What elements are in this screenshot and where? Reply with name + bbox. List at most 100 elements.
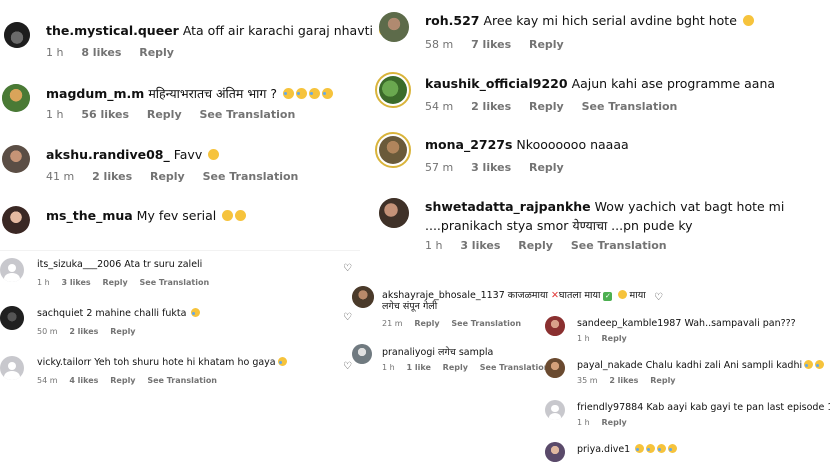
username[interactable]: kaushik_official9220 bbox=[425, 76, 568, 91]
heart-icon[interactable]: ♡ bbox=[654, 293, 664, 303]
username[interactable]: roh.527 bbox=[425, 13, 480, 28]
reply-button[interactable]: Reply bbox=[518, 239, 553, 252]
comment: shwetadatta_rajpankhe Wow yachich vat ba… bbox=[375, 192, 784, 256]
comment-meta: 1 h 3 likes Reply See Translation bbox=[425, 239, 681, 252]
avatar[interactable] bbox=[0, 306, 24, 330]
likes-count[interactable]: 2 likes bbox=[609, 376, 638, 385]
reply-button[interactable]: Reply bbox=[139, 46, 174, 59]
likes-count[interactable]: 2 likes bbox=[471, 100, 511, 113]
laughing-emoji-icon bbox=[646, 444, 656, 453]
likes-count[interactable]: 2 likes bbox=[69, 327, 98, 336]
comment: vicky.tailorr Yeh toh shuru hote hi khat… bbox=[0, 352, 360, 388]
reply-button[interactable]: Reply bbox=[110, 327, 135, 336]
username[interactable]: shwetadatta_rajpankhe bbox=[425, 199, 591, 214]
reply-button[interactable]: Reply bbox=[443, 363, 468, 372]
default-avatar-icon[interactable] bbox=[0, 258, 24, 282]
username[interactable]: sachquiet bbox=[37, 308, 83, 319]
see-translation-button[interactable]: See Translation bbox=[140, 278, 210, 287]
username[interactable]: magdum_m.m bbox=[46, 86, 144, 101]
timestamp: 35 m bbox=[577, 376, 598, 385]
reply-button[interactable]: Reply bbox=[147, 108, 182, 121]
reply-button[interactable]: Reply bbox=[650, 376, 675, 385]
see-translation-button[interactable]: See Translation bbox=[582, 100, 678, 113]
avatar[interactable] bbox=[375, 132, 411, 168]
avatar[interactable] bbox=[352, 286, 374, 308]
likes-count[interactable]: 3 likes bbox=[62, 278, 91, 287]
avatar[interactable] bbox=[379, 12, 409, 42]
username[interactable]: friendly97884 bbox=[577, 402, 643, 413]
reply-button[interactable]: Reply bbox=[414, 319, 439, 328]
comment-line: sachquiet 2 mahine challi fukta bbox=[37, 308, 201, 319]
see-translation-button[interactable]: See Translation bbox=[147, 376, 217, 385]
timestamp: 57 m bbox=[425, 161, 454, 174]
comment-line: ms_the_mua My fev serial bbox=[46, 208, 247, 223]
comment: friendly97884 Kab aayi kab gayi te pan l… bbox=[545, 398, 830, 430]
reply-button[interactable]: Reply bbox=[110, 376, 135, 385]
see-translation-button[interactable]: See Translation bbox=[199, 108, 295, 121]
comment-text: माया bbox=[629, 290, 646, 301]
avatar[interactable] bbox=[545, 442, 565, 462]
timestamp: 1 h bbox=[577, 334, 590, 343]
see-translation-button[interactable]: See Translation bbox=[451, 319, 521, 328]
comment-text: My fev serial bbox=[136, 208, 217, 223]
reply-button[interactable]: Reply bbox=[529, 161, 564, 174]
see-translation-button[interactable]: See Translation bbox=[203, 170, 299, 183]
avatar[interactable] bbox=[545, 316, 565, 336]
username[interactable]: the.mystical.queer bbox=[46, 23, 179, 38]
reply-button[interactable]: Reply bbox=[602, 334, 627, 343]
username[interactable]: akshu.randive08_ bbox=[46, 147, 170, 162]
timestamp: 1 h bbox=[425, 239, 443, 252]
avatar[interactable] bbox=[2, 206, 30, 234]
avatar[interactable] bbox=[545, 358, 565, 378]
avatar[interactable] bbox=[2, 145, 30, 173]
check-icon: ✓ bbox=[603, 292, 613, 301]
username[interactable]: its_sizuka___2006 bbox=[37, 259, 121, 270]
username[interactable]: priya.dive1 bbox=[577, 444, 630, 455]
likes-count[interactable]: 56 likes bbox=[81, 108, 129, 121]
comment-line: priya.dive1 bbox=[577, 444, 678, 455]
comment-meta: 1 h Reply bbox=[577, 418, 636, 427]
username[interactable]: mona_2727s bbox=[425, 137, 512, 152]
likes-count[interactable]: 3 likes bbox=[460, 239, 500, 252]
see-translation-button[interactable]: See Translation bbox=[480, 363, 550, 372]
reply-button[interactable]: Reply bbox=[602, 418, 627, 427]
reply-button[interactable]: Reply bbox=[529, 38, 564, 51]
comment-text: Wah..sampavali pan??? bbox=[684, 318, 796, 329]
comment-meta: 1 h 3 likes Reply See Translation bbox=[37, 278, 218, 287]
comment: sachquiet 2 mahine challi fukta 50 m 2 l… bbox=[0, 304, 360, 340]
comment-line: roh.527 Aree kay mi hich serial avdine b… bbox=[425, 13, 754, 28]
avatar[interactable] bbox=[375, 72, 411, 108]
heart-icon[interactable]: ♡ bbox=[343, 264, 353, 274]
username[interactable]: payal_nakade bbox=[577, 360, 643, 371]
avatar[interactable] bbox=[379, 198, 409, 228]
likes-count[interactable]: 1 like bbox=[407, 363, 431, 372]
username[interactable]: ms_the_mua bbox=[46, 208, 133, 223]
username[interactable]: vicky.tailorr bbox=[37, 357, 91, 368]
comment-text: Kab aayi kab gayi te pan last episode 11… bbox=[646, 402, 830, 413]
comment-text-continued: ....pranikach stya smor येण्याचा ...pn p… bbox=[425, 218, 693, 233]
likes-count[interactable]: 7 likes bbox=[471, 38, 511, 51]
comment-text: 2 mahine challi fukta bbox=[86, 308, 187, 319]
likes-count[interactable]: 8 likes bbox=[81, 46, 121, 59]
default-avatar-icon[interactable] bbox=[545, 400, 565, 420]
timestamp: 54 m bbox=[37, 376, 58, 385]
username[interactable]: pranaliyogi bbox=[382, 347, 435, 358]
emoji-icon bbox=[222, 210, 234, 221]
likes-count[interactable]: 4 likes bbox=[69, 376, 98, 385]
avatar[interactable] bbox=[4, 22, 30, 48]
reply-button[interactable]: Reply bbox=[150, 170, 185, 183]
laughing-emoji-icon bbox=[635, 444, 645, 453]
likes-count[interactable]: 2 likes bbox=[92, 170, 132, 183]
laughing-emoji-icon bbox=[277, 357, 287, 366]
avatar[interactable] bbox=[352, 344, 372, 364]
likes-count[interactable]: 3 likes bbox=[471, 161, 511, 174]
avatar[interactable] bbox=[2, 84, 30, 112]
timestamp: 1 h bbox=[382, 363, 395, 372]
reply-button[interactable]: Reply bbox=[102, 278, 127, 287]
reply-button[interactable]: Reply bbox=[529, 100, 564, 113]
default-avatar-icon[interactable] bbox=[0, 356, 24, 380]
comment-meta: 57 m 3 likes Reply bbox=[425, 161, 578, 174]
see-translation-button[interactable]: See Translation bbox=[571, 239, 667, 252]
username[interactable]: sandeep_kamble1987 bbox=[577, 318, 681, 329]
laughing-emoji-icon bbox=[191, 308, 201, 317]
